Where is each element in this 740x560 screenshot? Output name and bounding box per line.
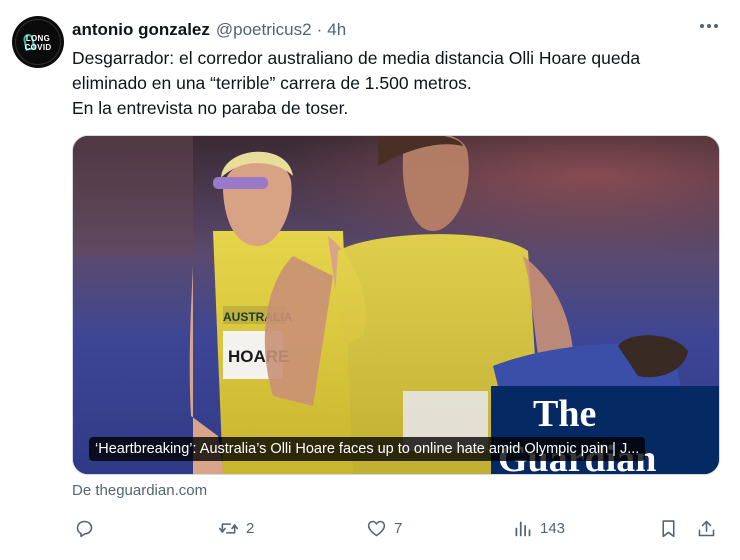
avatar[interactable]: LONG COVID [12,16,64,68]
share-icon [698,520,715,536]
repost-icon [218,522,239,534]
more-dot-icon [714,24,718,28]
svg-text:The: The [533,393,596,435]
views-button[interactable]: 143 [512,514,565,542]
reply-icon [76,520,93,537]
bookmark-button[interactable] [658,514,679,542]
more-dot-icon [707,24,711,28]
repost-count: 2 [246,519,255,537]
header-separator: · [316,20,323,39]
heart-icon [367,520,386,536]
reply-button[interactable] [74,514,102,542]
card-photo: HOARE AUSTRALIA The Guardian [73,136,719,474]
link-card[interactable]: HOARE AUSTRALIA The Guardian ‘Heartbreak… [72,135,720,475]
like-count: 7 [394,519,403,537]
views-chart-icon [515,521,531,536]
tweet-header: antonio gonzalez @poetricus2 · 4h [72,18,346,42]
views-count: 143 [540,519,566,537]
more-dot-icon [700,24,704,28]
tweet-actions: 2 7 143 [72,514,722,542]
card-title[interactable]: ‘Heartbreaking’: Australia’s Olli Hoare … [89,437,646,461]
author-handle[interactable]: @poetricus2 [216,20,312,40]
avatar-text-bottom: COVID [24,43,52,52]
repost-button[interactable]: 2 [218,514,254,542]
tweet: LONG COVID antonio gonzalez @poetricus2 … [0,0,740,560]
bookmark-icon [662,519,675,537]
like-button[interactable]: 7 [366,514,402,542]
tweet-timestamp[interactable]: 4h [327,20,346,40]
card-source[interactable]: De theguardian.com [72,482,207,499]
share-button[interactable] [696,514,717,542]
avatar-text-top: LONG [25,34,51,43]
tweet-text: Desgarrador: el corredor australiano de … [72,46,712,121]
tweet-text-line: En la entrevista no paraba de toser. [72,98,349,118]
author-name[interactable]: antonio gonzalez [72,20,210,40]
tweet-text-line: eliminado en una “terrible” carrera de 1… [72,73,472,93]
more-options-button[interactable] [700,24,718,28]
tweet-text-line: Desgarrador: el corredor australiano de … [72,48,641,68]
